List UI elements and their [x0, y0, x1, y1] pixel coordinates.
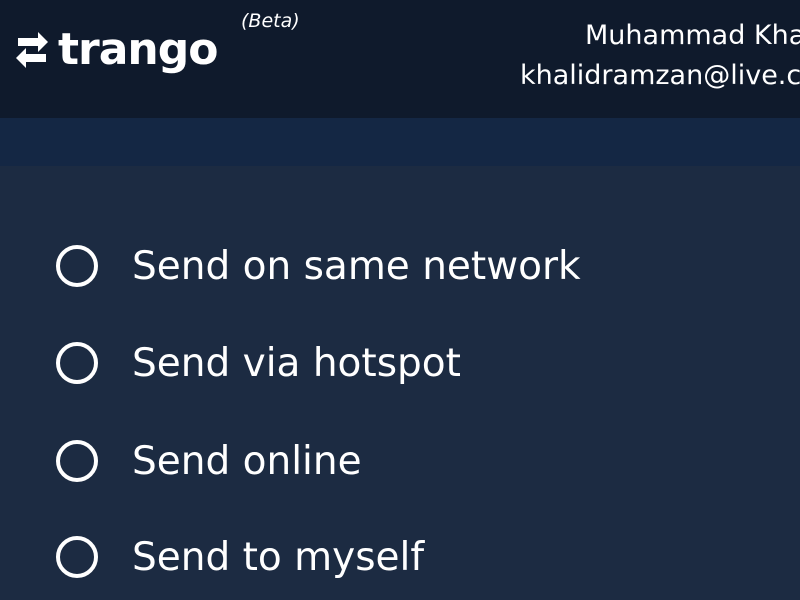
option-send-via-hotspot[interactable]: Send via hotspot	[56, 333, 461, 393]
option-label: Send on same network	[132, 243, 581, 289]
sub-header-bar	[0, 118, 800, 166]
transfer-arrows-icon	[16, 32, 48, 68]
header-bar: trango (Beta) Muhammad Kha khalidramzan@…	[0, 0, 800, 118]
radio-icon[interactable]	[56, 440, 98, 482]
radio-icon[interactable]	[56, 536, 98, 578]
user-email: khalidramzan@live.co	[520, 60, 800, 91]
option-send-online[interactable]: Send online	[56, 431, 362, 491]
option-label: Send to myself	[132, 534, 425, 580]
option-label: Send online	[132, 438, 362, 484]
option-send-same-network[interactable]: Send on same network	[56, 236, 581, 296]
logo-text: trango	[58, 24, 218, 75]
radio-icon[interactable]	[56, 342, 98, 384]
user-name: Muhammad Kha	[585, 20, 800, 51]
option-send-to-myself[interactable]: Send to myself	[56, 527, 424, 587]
beta-label: (Beta)	[241, 10, 300, 32]
send-options-list: Send on same network Send via hotspot Se…	[0, 166, 800, 600]
option-label: Send via hotspot	[132, 340, 461, 386]
radio-icon[interactable]	[56, 245, 98, 287]
app-logo[interactable]: trango	[14, 22, 218, 78]
app-window: trango (Beta) Muhammad Kha khalidramzan@…	[0, 0, 800, 600]
